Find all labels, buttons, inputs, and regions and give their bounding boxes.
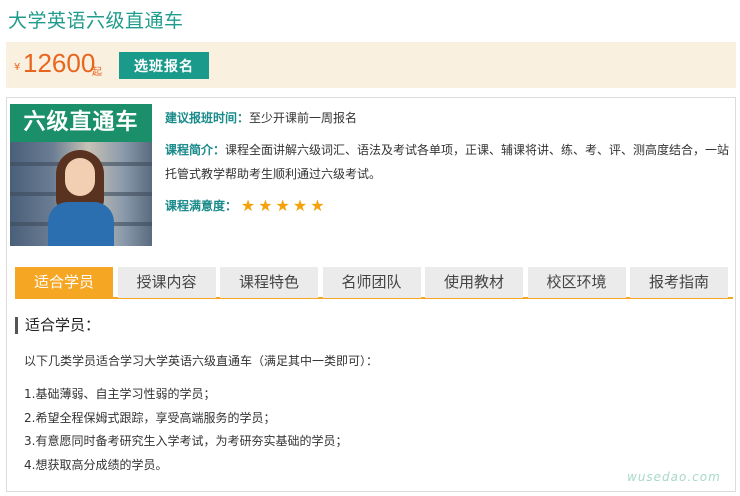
cover-photo <box>10 142 152 246</box>
tab-2[interactable]: 授课内容 <box>117 267 216 298</box>
tab-bar: 适合学员 授课内容 课程特色 名师团队 使用教材 校区环境 报考指南 <box>15 267 733 299</box>
tab-6[interactable]: 校区环境 <box>527 267 626 298</box>
intro-row: 课程简介：课程全面讲解六级词汇、语法及考试各单项，正课、辅课将讲、练、考、评、测… <box>165 138 730 186</box>
star-icon: ★ <box>292 196 308 215</box>
star-icon: ★ <box>240 196 256 215</box>
course-box: 六级直通车 建议报班时间：至少开课前一周报名 课程简介：课程全面讲解六级词汇、语… <box>6 97 736 492</box>
list-item: 4.想获取高分成绩的学员。 <box>24 457 168 472</box>
list-item: 2.希望全程保姆式跟踪，享受高端服务的学员； <box>24 410 276 425</box>
star-icon: ★ <box>258 196 273 215</box>
page-title: 大学英语六级直通车 <box>8 10 184 32</box>
enroll-button[interactable]: 选班报名 <box>119 52 209 79</box>
schedule-value: 至少开课前一周报名 <box>249 111 358 125</box>
section-title: 适合学员： <box>15 317 100 334</box>
person-face <box>65 158 95 196</box>
person-body <box>48 202 114 246</box>
price-bar: ¥ 12600 起 选班报名 <box>6 42 736 88</box>
tab-5[interactable]: 使用教材 <box>425 267 523 298</box>
star-icon: ★ <box>275 196 290 215</box>
course-info: 建议报班时间：至少开课前一周报名 课程简介：课程全面讲解六级词汇、语法及考试各单… <box>165 106 730 227</box>
intro-value: 课程全面讲解六级词汇、语法及考试各单项，正课、辅课将讲、练、考、评、测高度结合，… <box>165 143 730 181</box>
schedule-row: 建议报班时间：至少开课前一周报名 <box>165 106 730 130</box>
tab-7[interactable]: 报考指南 <box>630 267 728 298</box>
price-currency: ¥ <box>14 62 21 73</box>
audience-list: 1.基础薄弱、自主学习性弱的学员； 2.希望全程保姆式跟踪，享受高端服务的学员； 3… <box>24 383 347 477</box>
list-item: 3.有意愿同时备考研究生入学考试，为考研夯实基础的学员； <box>24 434 348 448</box>
watermark: wusedao.com <box>627 470 721 484</box>
price-value: 12600 <box>23 48 96 78</box>
intro-label: 课程简介： <box>165 143 226 157</box>
rating-stars: ★ ★ ★ ★ ★ <box>241 194 328 219</box>
price-unit: 起 <box>92 67 102 78</box>
cover-title: 六级直通车 <box>10 104 152 142</box>
star-icon: ★ <box>310 196 325 215</box>
rating-row: 课程满意度： ★ ★ ★ ★ ★ <box>165 194 730 219</box>
course-cover-image[interactable]: 六级直通车 <box>10 104 152 246</box>
tab-3[interactable]: 课程特色 <box>220 267 318 298</box>
list-item: 1.基础薄弱、自主学习性弱的学员； <box>24 387 216 401</box>
section-intro: 以下几类学员适合学习大学英语六级直通车（满足其中一类即可）： <box>24 354 379 368</box>
tab-4[interactable]: 名师团队 <box>322 267 421 298</box>
tab-1[interactable]: 适合学员 <box>15 267 113 298</box>
rating-label: 课程满意度： <box>165 199 238 213</box>
schedule-label: 建议报班时间： <box>165 111 250 125</box>
